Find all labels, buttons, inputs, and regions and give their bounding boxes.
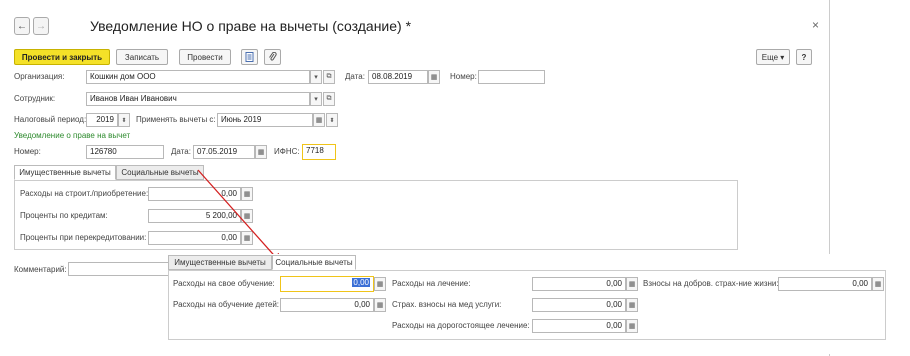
med-ins-calc[interactable]: ▦: [626, 298, 638, 312]
calculator-icon: ▦: [874, 281, 882, 288]
child-edu-calc[interactable]: ▦: [374, 298, 386, 312]
overlay-tab-property[interactable]: Имущественные вычеты: [168, 255, 272, 270]
expensive-field[interactable]: 0,00: [532, 319, 626, 333]
calculator-icon: ▦: [628, 323, 636, 330]
life-ins-label: Взносы на добров. страх-ние жизни:: [643, 279, 779, 288]
arrow-line: [197, 169, 282, 264]
calculator-icon: ▦: [628, 302, 636, 309]
med-ins-field[interactable]: 0,00: [532, 298, 626, 312]
med-ins-label: Страх. взносы на мед услуги:: [392, 300, 502, 309]
calculator-icon: ▦: [376, 302, 384, 309]
treatment-calc[interactable]: ▦: [626, 277, 638, 291]
calculator-icon: ▦: [628, 281, 636, 288]
own-edu-label: Расходы на свое обучение:: [173, 279, 275, 288]
life-ins-field[interactable]: 0,00: [778, 277, 872, 291]
child-edu-field[interactable]: 0,00: [280, 298, 374, 312]
own-edu-calc[interactable]: ▦: [374, 277, 386, 291]
own-edu-value: 0,00: [352, 278, 370, 287]
treatment-field[interactable]: 0,00: [532, 277, 626, 291]
overlay-tab-social[interactable]: Социальные вычеты: [272, 255, 356, 270]
life-ins-calc[interactable]: ▦: [872, 277, 884, 291]
calculator-icon: ▦: [376, 281, 384, 288]
treatment-label: Расходы на лечение:: [392, 279, 471, 288]
own-edu-field[interactable]: 0,00: [280, 276, 374, 292]
child-edu-label: Расходы на обучение детей:: [173, 300, 280, 309]
expensive-label: Расходы на дорогостоящее лечение:: [392, 321, 530, 330]
expensive-calc[interactable]: ▦: [626, 319, 638, 333]
